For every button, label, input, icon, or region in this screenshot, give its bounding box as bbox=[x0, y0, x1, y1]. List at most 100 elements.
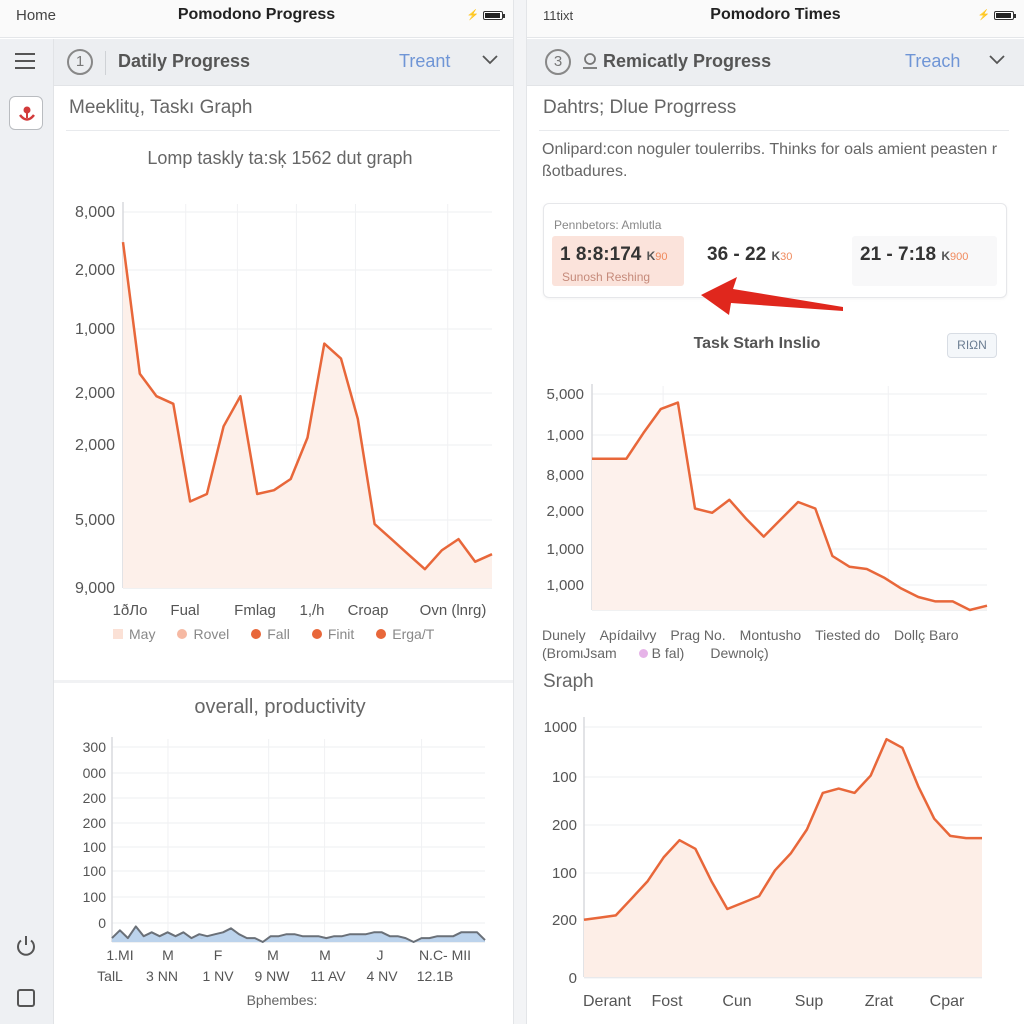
split-divider[interactable] bbox=[513, 0, 527, 1024]
chart1-ytick-label: 8,000 bbox=[75, 204, 115, 221]
legend-swatch bbox=[251, 629, 262, 639]
chart3-title: Task Starh Inslio bbox=[693, 335, 821, 352]
chart2-xtick2-label: 3 NN bbox=[146, 968, 178, 984]
chart1-ytick-label: 2,000 bbox=[75, 437, 115, 454]
chart2-xlabel: Bphembes: bbox=[247, 992, 318, 1008]
legend-label: Fall bbox=[267, 626, 290, 642]
toolbar: 1 Datily Progress Treant bbox=[0, 39, 513, 86]
right-screen: 11tixt Pomodoro Times ⚡ 3 Remicatly Prog… bbox=[527, 0, 1024, 1024]
category-label: Dunely bbox=[542, 627, 586, 643]
legend-item[interactable]: Erga/T bbox=[376, 626, 434, 642]
chart2-xtick2-label: 1 NV bbox=[202, 968, 234, 984]
chart4-area-fill bbox=[584, 739, 982, 977]
page-title: Datily Progress bbox=[118, 51, 251, 71]
chart2-ytick-label: 200 bbox=[83, 815, 107, 831]
section2-heading: Sraph bbox=[543, 671, 594, 692]
app-title: Pomodono Progress bbox=[177, 6, 336, 23]
chart3-ytick-label: 1,000 bbox=[546, 541, 584, 558]
window-square-icon[interactable] bbox=[17, 989, 35, 1007]
category-label: Dewnolç) bbox=[710, 645, 769, 661]
chart2-xtick-label: N.C- MII bbox=[419, 947, 471, 963]
chevron-down-icon[interactable] bbox=[987, 49, 1007, 74]
battery-icon bbox=[483, 11, 505, 20]
stat-value: 36 - 22 bbox=[707, 244, 767, 265]
chart2-xtick-label: 1.MI bbox=[106, 947, 133, 963]
stat-unit: K bbox=[941, 249, 950, 263]
chart4-xtick-label: Cun bbox=[722, 993, 751, 1010]
hamburger-menu-icon[interactable] bbox=[15, 53, 35, 69]
chart1-ytick-label: 2,000 bbox=[75, 262, 115, 279]
legend-swatch bbox=[113, 629, 123, 639]
chart2-xtick2-label: 9 NW bbox=[255, 968, 291, 984]
chart4-xtick-label: Zrat bbox=[865, 993, 894, 1010]
legend-item[interactable]: Finit bbox=[311, 626, 355, 642]
stat-sub: Sunosh Reshing bbox=[562, 270, 651, 284]
person-icon bbox=[581, 52, 599, 77]
stat-suffix: 900 bbox=[950, 251, 969, 263]
chart2-ytick-label: 000 bbox=[83, 765, 107, 781]
stat-value: 21 - 7:18 bbox=[860, 244, 937, 265]
section-heading: Meeklitų, Taskı Graph bbox=[69, 97, 253, 118]
legend-item[interactable]: May bbox=[113, 626, 155, 642]
chart2-xtick2-label: 4 NV bbox=[366, 968, 398, 984]
chart2-ytick-label: 200 bbox=[83, 790, 107, 806]
chart2-xtick-label: J bbox=[377, 947, 384, 963]
chart2-xtick2-label: 12.1B bbox=[417, 968, 454, 984]
chevron-down-icon[interactable] bbox=[480, 49, 500, 74]
chart3-categories-row1: Dunely Apídailvy Prag No. Montusho Tiested d… bbox=[542, 627, 959, 643]
panel-separator bbox=[54, 680, 513, 683]
chart4-xtick-label: Sup bbox=[795, 993, 824, 1010]
chart4-ytick-label: 200 bbox=[552, 817, 577, 834]
battery-icon bbox=[994, 11, 1016, 20]
legend-item[interactable]: Rovel bbox=[177, 626, 229, 642]
chart4-ytick-label: 1000 bbox=[544, 719, 577, 736]
chart2: 300 000 200 200 100 100 100 01.MI M F M M J N.C- MII T… bbox=[83, 737, 486, 1008]
annotation-arrow-icon bbox=[701, 277, 843, 315]
chart1-area-fill bbox=[123, 242, 492, 588]
chart2-ytick-label: 0 bbox=[98, 915, 106, 931]
toolbar-link[interactable]: Treach bbox=[905, 51, 960, 72]
category-label: Prag No. bbox=[670, 627, 726, 643]
toolbar-divider bbox=[105, 51, 106, 75]
stat-unit: K bbox=[771, 249, 781, 263]
legend-label: Rovel bbox=[193, 626, 230, 642]
chart3-ytick-label: 5,000 bbox=[546, 386, 584, 403]
category-label: Dollç Baro bbox=[894, 627, 959, 643]
chart2-xtick-label: M bbox=[267, 947, 279, 963]
chart3-option-button[interactable]: RIΩN bbox=[947, 333, 997, 358]
chart1-ytick-label: 5,000 bbox=[75, 512, 115, 529]
chart4-xtick-label: Derant bbox=[583, 993, 632, 1010]
chart4-xtick-label: Cpar bbox=[930, 993, 965, 1010]
chart3-ytick-label: 1,000 bbox=[546, 577, 584, 594]
chart4-ytick-label: 200 bbox=[552, 912, 577, 929]
section-heading: Dahtrs; Dlue Progrress bbox=[543, 97, 737, 118]
category-label: Montusho bbox=[739, 627, 802, 643]
step-number-badge: 3 bbox=[545, 49, 571, 75]
legend-item[interactable]: Fall bbox=[251, 626, 290, 642]
page-title: Remicatly Progress bbox=[603, 51, 772, 71]
status-bar: Home Pomodono Progress ⚡ bbox=[0, 0, 513, 38]
stats-label: Pennbetors: Amlutla bbox=[554, 218, 662, 232]
stat-item[interactable]: 21 - 7:18 K900 bbox=[852, 236, 997, 286]
category-label: Apídailvy bbox=[599, 627, 657, 643]
stat-value: 1 8:8:174 bbox=[560, 244, 642, 265]
chart2-ytick-label: 100 bbox=[83, 863, 107, 879]
chart1-xtick-label: Croap bbox=[348, 602, 389, 619]
stat-suffix: 30 bbox=[780, 251, 793, 263]
power-icon[interactable] bbox=[14, 934, 38, 963]
toolbar-link[interactable]: Treant bbox=[399, 51, 450, 72]
stat-item[interactable]: 1 8:8:174 K90 Sunosh Reshing bbox=[552, 236, 684, 286]
chart1-xtick-label: Ovn (lnrg) bbox=[420, 602, 487, 619]
chart2-xtick-label: M bbox=[319, 947, 331, 963]
chart4-ytick-label: 100 bbox=[552, 769, 577, 786]
chart2-title: overall, productivity bbox=[194, 696, 366, 718]
chart2-xtick2-label: 11 AV bbox=[310, 968, 346, 984]
app-title: Pomodoro Times bbox=[710, 6, 841, 23]
chart2-xtick2-label: TalL bbox=[97, 968, 123, 984]
step-number-badge: 1 bbox=[67, 49, 93, 75]
chart1-xtick-label: Fual bbox=[170, 602, 199, 619]
chart3-categories-row2: (BromιJsam B fal) Dewnolç) bbox=[542, 645, 795, 661]
legend-label: Finit bbox=[327, 626, 355, 642]
app-badge-button[interactable] bbox=[9, 96, 43, 130]
chart4-ytick-label: 0 bbox=[569, 970, 577, 987]
